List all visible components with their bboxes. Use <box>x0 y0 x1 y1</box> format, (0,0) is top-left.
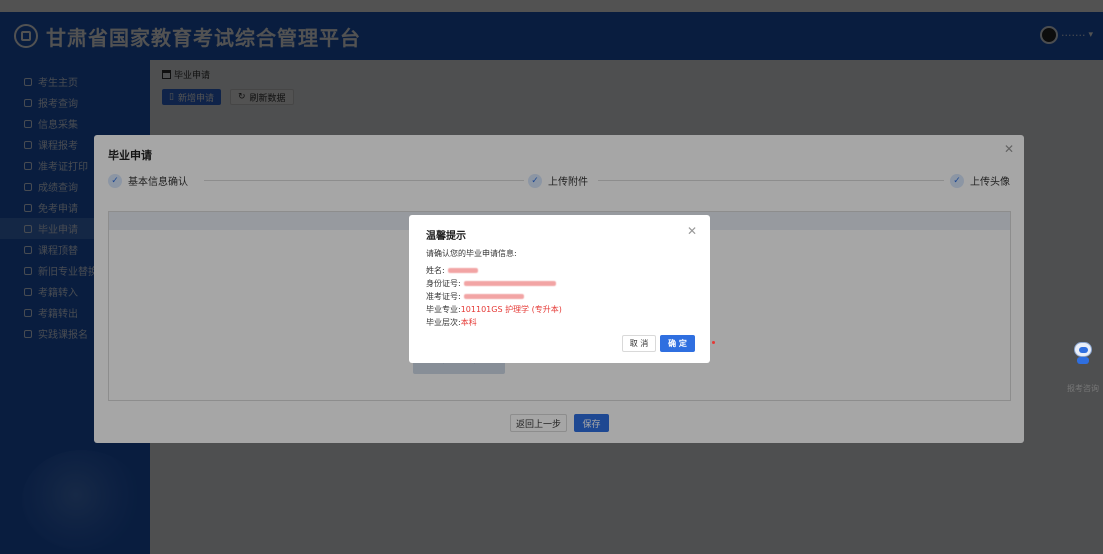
cancel-button[interactable]: 取 消 <box>622 335 656 352</box>
admission-row: 准考证号: <box>426 291 524 302</box>
major-value: 101101GS 护理学 (专升本) <box>460 305 562 314</box>
name-label: 姓名: <box>426 266 445 275</box>
level-label: 毕业层次: <box>426 318 461 327</box>
id-label: 身份证号: <box>426 279 461 288</box>
confirm-title: 温馨提示 <box>426 231 466 242</box>
redacted-admission <box>463 294 524 299</box>
name-row: 姓名: <box>426 265 478 276</box>
screen: 甘肃省国家教育考试综合管理平台 ······· ▾ 考生主页 报考查询 信息采集… <box>0 0 1103 554</box>
close-icon[interactable]: ✕ <box>687 225 697 237</box>
major-row: 毕业专业: 101101GS 护理学 (专升本) <box>426 304 562 315</box>
id-row: 身份证号: <box>426 278 556 289</box>
admission-label: 准考证号: <box>426 292 461 301</box>
confirm-intro: 请确认您的毕业申请信息: <box>426 249 517 258</box>
confirm-dialog: 温馨提示 ✕ 请确认您的毕业申请信息: 姓名: 身份证号: 准考证号: 毕业专业… <box>409 215 710 363</box>
robot-assistant-icon[interactable] <box>1072 342 1094 364</box>
confirm-button[interactable]: 确 定 <box>660 335 695 352</box>
major-label: 毕业专业: <box>426 305 461 314</box>
status-dot <box>712 341 715 344</box>
level-row: 毕业层次: 本科 <box>426 317 477 328</box>
redacted-id <box>463 281 556 286</box>
level-value: 本科 <box>460 318 477 327</box>
redacted-name <box>447 268 478 273</box>
assistant-label[interactable]: 报考咨询 <box>1067 383 1099 394</box>
